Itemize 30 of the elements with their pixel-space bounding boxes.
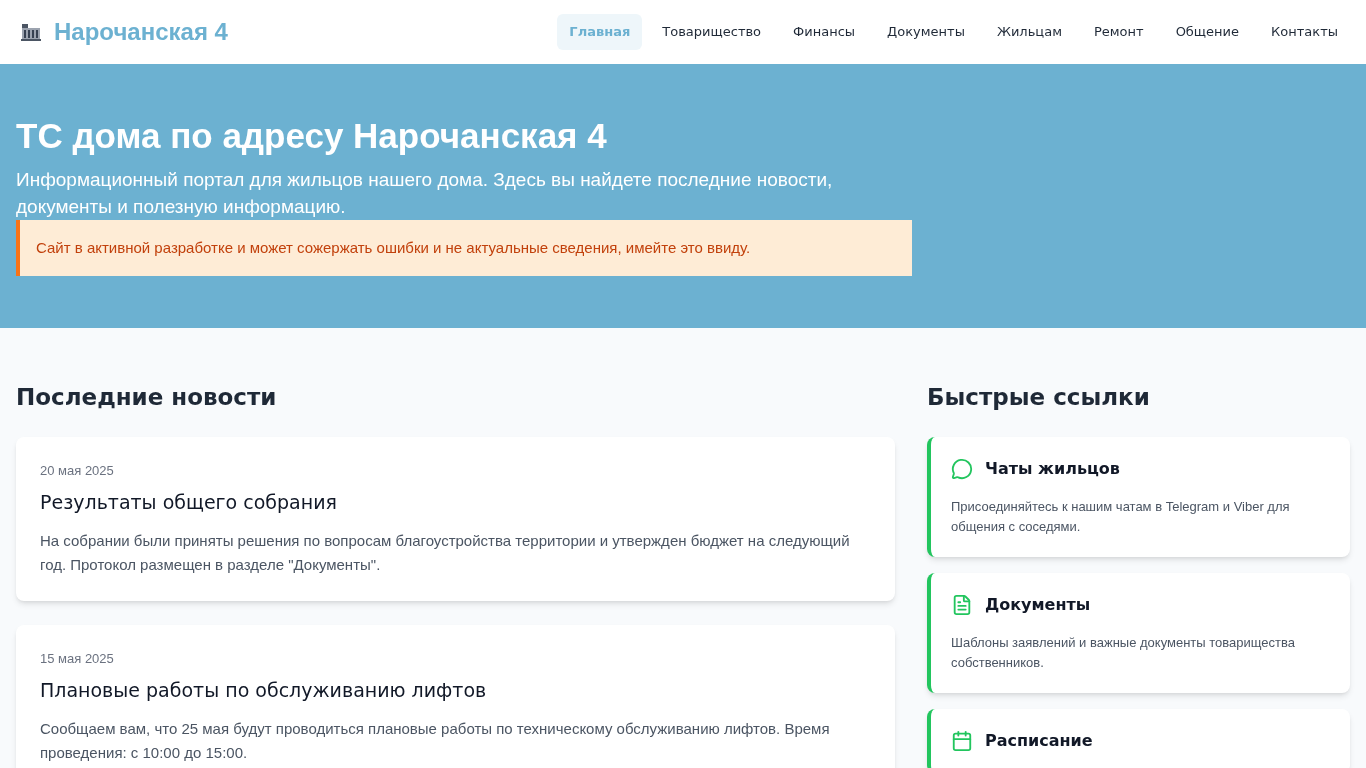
nav-link[interactable]: Ремонт [1081, 14, 1156, 50]
news-title: Результаты общего собрания [40, 490, 338, 515]
quick-link-card[interactable]: Чаты жильцов Присоединяйтесь к нашим чатам в Telegram и Viber для общения с соседями. [927, 436, 1350, 557]
section-heading: Быстрые ссылки [927, 383, 1151, 412]
quick-link-card[interactable]: Расписание [927, 708, 1350, 768]
nav-link[interactable]: Контакты [1259, 14, 1350, 50]
chat-bubble-icon [951, 457, 973, 480]
building-icon [20, 22, 42, 42]
document-icon [951, 593, 973, 616]
quick-link-text: Присоединяйтесь к нашим чатам в Telegram и Viber для общения с соседями. [951, 497, 1291, 536]
nav-link[interactable]: Жильцам [984, 14, 1074, 50]
nav-link[interactable]: Товарищество [650, 14, 774, 50]
hero-subtitle: Информационный портал для жильцов нашего дома. Здесь вы найдете последние новости, документы и полезную информацию. [16, 167, 834, 219]
quick-link-text: Шаблоны заявлений и важные документы товарищества собственников. [951, 633, 1296, 672]
nav-link[interactable]: Документы [875, 14, 977, 50]
quick-link-title: Расписание [985, 729, 1093, 752]
section-heading: Последние новости [16, 383, 278, 412]
news-date: 15 мая 2025 [40, 649, 115, 668]
warning-notice: Сайт в активной разработке и может сожержать ошибки и не актуальные сведения, имейте это ввиду. [16, 219, 912, 276]
quick-link-card[interactable]: Документы Шаблоны заявлений и важные документы товарищества собственников. [927, 572, 1350, 693]
news-date: 20 мая 2025 [40, 461, 115, 480]
news-title: Плановые работы по обслуживанию лифтов [40, 678, 488, 703]
news-text: На собрании были приняты решения по вопросам благоустройства территории и утвержден бюджет на следующий год. Протокол размещен в разделе "Документы". [40, 530, 851, 575]
nav-link[interactable]: Финансы [781, 14, 868, 50]
news-text: Сообщаем вам, что 25 мая будут проводиться плановые работы по техническому обслуживанию лифтов. Время проведения: с 10:00 до 15:00. [40, 718, 831, 763]
quick-link-title: Документы [985, 593, 1091, 616]
calendar-icon [951, 729, 973, 752]
quick-link-title: Чаты жильцов [985, 457, 1120, 480]
hero-title: ТС дома по адресу Нарочанская 4 [16, 115, 608, 157]
nav-link[interactable]: Общение [1163, 14, 1252, 50]
